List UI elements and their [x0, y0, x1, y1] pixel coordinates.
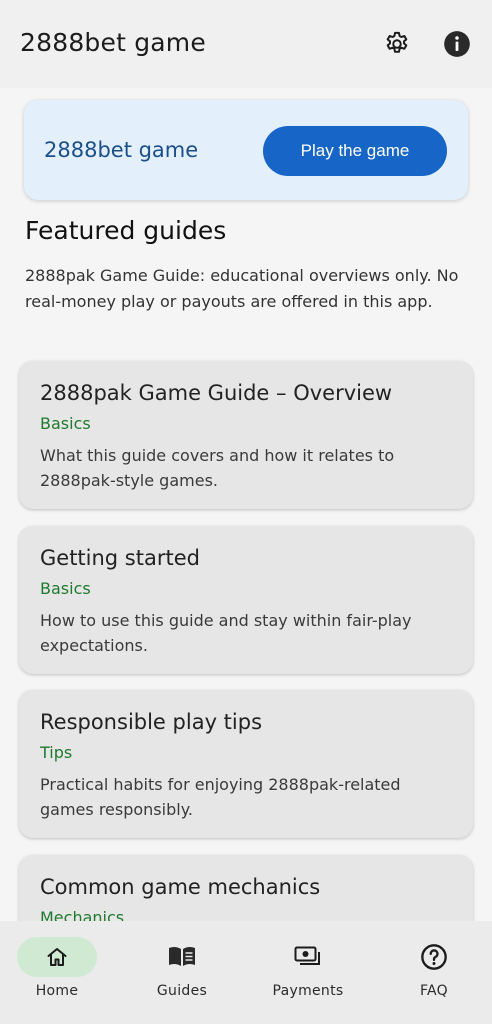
top-app-bar: 2888bet game — [0, 0, 492, 88]
home-icon — [47, 948, 67, 966]
nav-icon-wrap — [394, 937, 474, 977]
nav-label: Guides — [156, 983, 208, 999]
hero-banner: 2888bet game Play the game — [24, 100, 468, 200]
info-icon — [444, 31, 470, 57]
nav-item-payments[interactable]: Payments — [253, 935, 363, 1015]
guide-card-getting-started[interactable]: Getting started Basics How to use this g… — [19, 526, 473, 674]
nav-icon-wrap — [268, 937, 348, 977]
card-tag: Basics — [40, 414, 91, 433]
card-description: Practical habits for enjoying 2888pak-re… — [40, 775, 401, 819]
payments-icon — [294, 946, 320, 965]
nav-item-guides[interactable]: Guides — [127, 935, 237, 1015]
info-button[interactable] — [439, 26, 475, 62]
card-tag: Tips — [40, 743, 73, 762]
bottom-navigation: Home Guides Payments FAQ — [0, 921, 492, 1024]
app-screen: 2888bet game 2888bet game Play the game … — [0, 0, 492, 1024]
featured-guides-heading: Featured guides — [25, 216, 227, 245]
guide-card-responsible-play[interactable]: Responsible play tips Tips Practical hab… — [19, 690, 473, 838]
card-title: Common game mechanics — [40, 875, 321, 899]
help-icon — [421, 944, 447, 970]
play-game-button[interactable]: Play the game — [263, 126, 447, 176]
nav-item-home[interactable]: Home — [2, 935, 112, 1015]
settings-button[interactable] — [379, 26, 415, 62]
banner-title: 2888bet game — [44, 138, 199, 162]
nav-label: Payments — [272, 983, 344, 999]
card-title: Getting started — [40, 546, 200, 570]
card-tag: Basics — [40, 579, 91, 598]
gear-icon — [386, 31, 408, 53]
app-title: 2888bet game — [20, 28, 206, 57]
nav-label: FAQ — [419, 983, 449, 999]
card-description: How to use this guide and stay within fa… — [40, 611, 412, 655]
card-title: Responsible play tips — [40, 710, 263, 734]
book-icon — [169, 946, 195, 966]
featured-guides-description: 2888pak Game Guide: educational overview… — [25, 266, 459, 311]
nav-item-faq[interactable]: FAQ — [379, 935, 489, 1015]
nav-icon-wrap — [142, 937, 222, 977]
card-description: What this guide covers and how it relate… — [40, 446, 395, 490]
nav-label: Home — [35, 983, 79, 999]
card-title: 2888pak Game Guide – Overview — [40, 381, 393, 405]
nav-active-indicator — [17, 937, 97, 977]
guide-card-overview[interactable]: 2888pak Game Guide – Overview Basics Wha… — [19, 361, 473, 509]
